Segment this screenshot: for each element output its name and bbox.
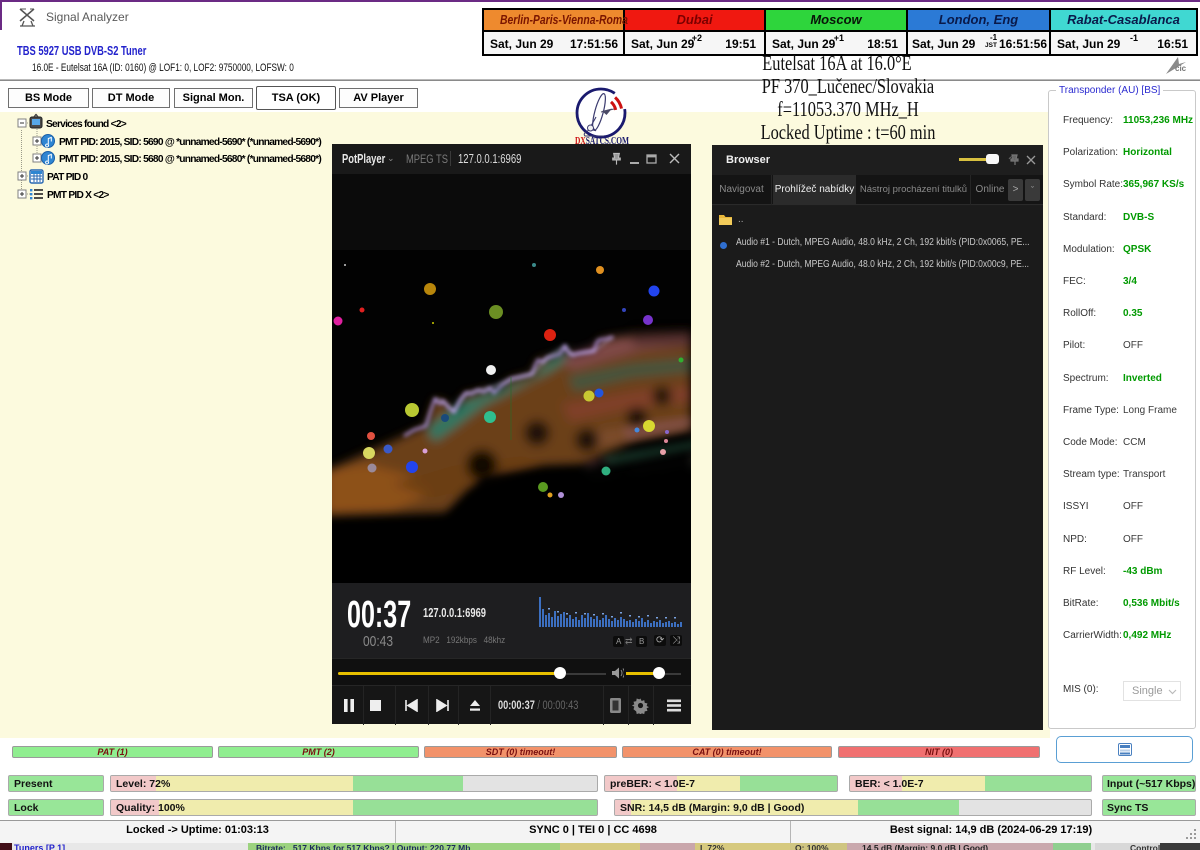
svg-text:PMT PID: 2015, SID: 5690 @ *un: PMT PID: 2015, SID: 5690 @ *unnamed-5690… — [59, 137, 321, 148]
svg-text:cic: cic — [1175, 64, 1187, 73]
svg-text:DXSATCS.COM: DXSATCS.COM — [575, 136, 629, 147]
svg-text:Services found <2>: Services found <2> — [46, 119, 127, 130]
svg-text:PMT PID: 2015, SID: 5680 @ *un: PMT PID: 2015, SID: 5680 @ *unnamed-5680… — [59, 154, 321, 165]
svg-text:PAT PID 0: PAT PID 0 — [47, 172, 89, 183]
svg-text:PMT PID X <2>: PMT PID X <2> — [47, 190, 109, 201]
